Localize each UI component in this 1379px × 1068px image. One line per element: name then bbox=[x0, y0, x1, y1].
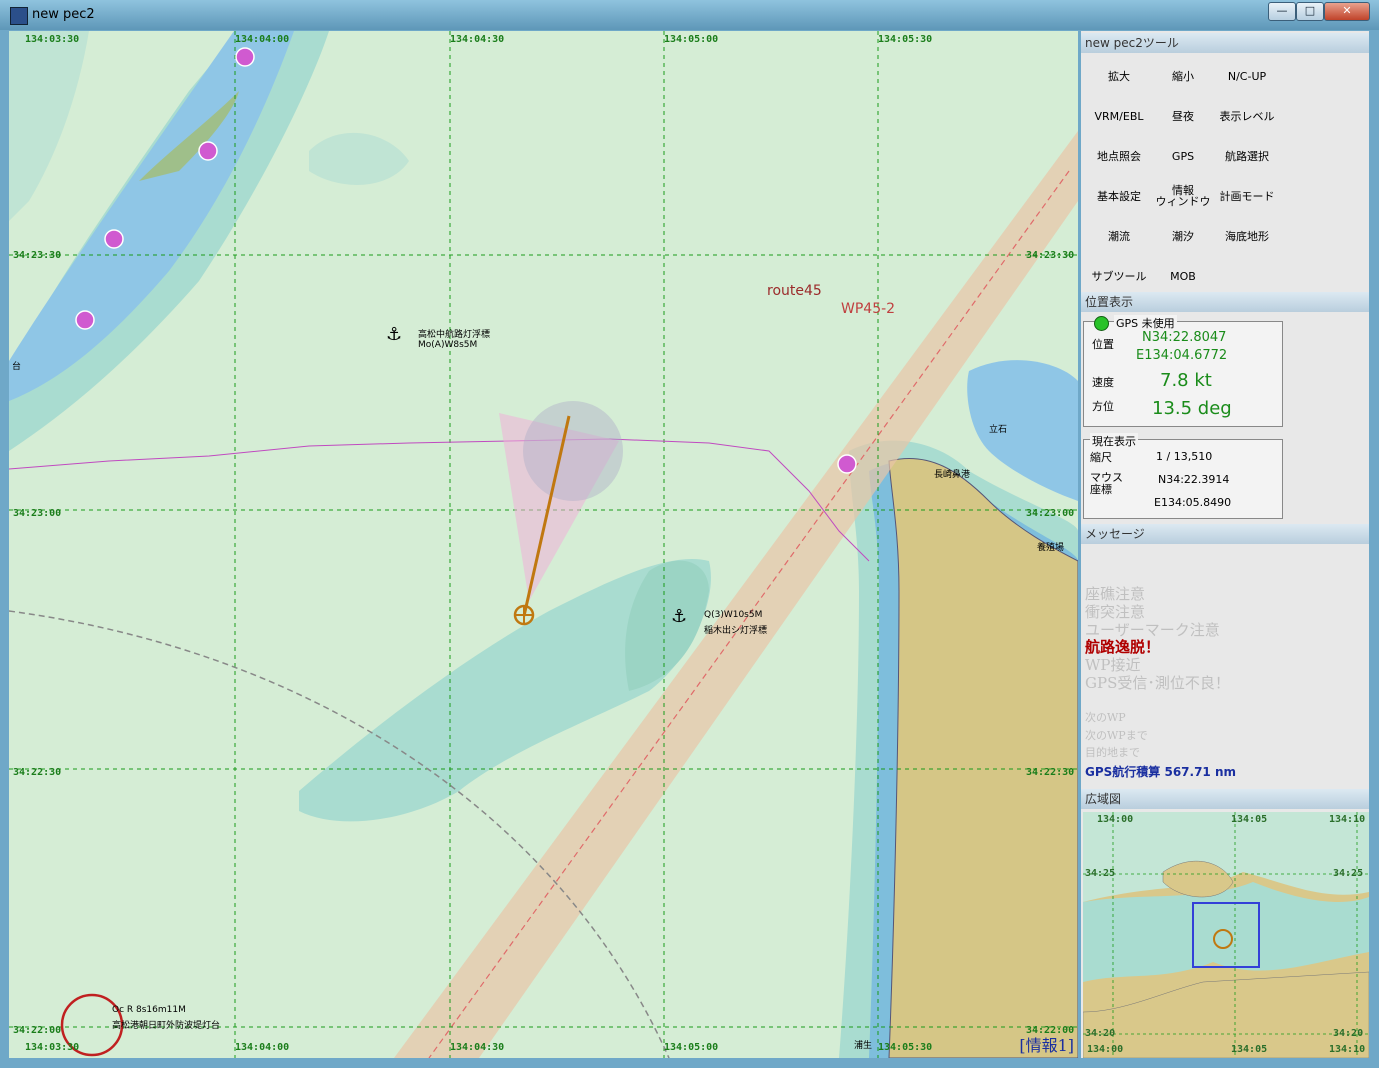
buoy1-light: Mo(A)W8s5M bbox=[418, 340, 478, 350]
ov-top-3: 134:10 bbox=[1329, 814, 1366, 825]
light-buoy-icon[interactable]: ⚓ bbox=[671, 606, 687, 627]
next-wp-label: 次のWP bbox=[1085, 711, 1126, 724]
waypoint-name[interactable]: WP45-2 bbox=[841, 301, 895, 317]
overview-canvas bbox=[1083, 812, 1369, 1058]
place-dai: 台 bbox=[12, 362, 22, 372]
pos-label: 位置 bbox=[1092, 338, 1114, 351]
lon-bottom-4: 134:05:00 bbox=[664, 1042, 719, 1053]
light-buoy-icon[interactable]: ⚓ bbox=[386, 324, 402, 345]
lat-left-1: 34:23:30 bbox=[13, 250, 62, 261]
buoy2-light: Q(3)W10s5M bbox=[704, 610, 763, 620]
zoom-out-button[interactable]: 縮小 bbox=[1151, 59, 1215, 93]
lon-bottom-1: 134:03:30 bbox=[25, 1042, 80, 1053]
to-dest-label: 目的地まで bbox=[1085, 746, 1140, 759]
gps-total: GPS航行積算 567.71 nm bbox=[1085, 765, 1236, 779]
info-window-button[interactable]: 情報 ウィンドウ bbox=[1151, 179, 1215, 213]
zoom-in-button[interactable]: 拡大 bbox=[1087, 59, 1151, 93]
display-level-button[interactable]: 表示レベル bbox=[1215, 99, 1279, 133]
window-title: new pec2 bbox=[32, 7, 95, 22]
place-ura: 浦生 bbox=[854, 1041, 873, 1051]
lat-left-4: 34:22:00 bbox=[13, 1025, 62, 1036]
lon-bottom-5: 134:05:30 bbox=[878, 1042, 933, 1053]
pos-lon: E134:04.6772 bbox=[1136, 348, 1228, 363]
pos-lat: N34:22.8047 bbox=[1142, 330, 1227, 345]
overview-map[interactable]: 134:00 134:05 134:10 134:00 134:05 134:1… bbox=[1083, 812, 1369, 1058]
lon-bottom-3: 134:04:30 bbox=[450, 1042, 505, 1053]
ov-bottom-2: 134:05 bbox=[1231, 1044, 1268, 1055]
place-tateishi: 立石 bbox=[989, 425, 1008, 435]
basic-settings-button[interactable]: 基本設定 bbox=[1087, 179, 1151, 213]
lat-left-2: 34:23:00 bbox=[13, 508, 62, 519]
lat-right-3: 34:22:30 bbox=[1026, 767, 1075, 778]
tools-header: new pec2ツール bbox=[1081, 33, 1369, 53]
mouse-label: マウス 座標 bbox=[1090, 471, 1123, 496]
seabed-button[interactable]: 海底地形 bbox=[1215, 219, 1279, 253]
day-night-button[interactable]: 昼夜 bbox=[1151, 99, 1215, 133]
lat-right-2: 34:23:00 bbox=[1026, 508, 1075, 519]
heading-label: 方位 bbox=[1092, 400, 1114, 413]
title-bar: new pec2 — □ ✕ bbox=[0, 0, 1379, 30]
to-next-wp-label: 次のWPまで bbox=[1085, 729, 1148, 742]
messages-header: メッセージ bbox=[1081, 524, 1369, 544]
position-header: 位置表示 bbox=[1081, 292, 1369, 312]
mouse-lon: E134:05.8490 bbox=[1154, 496, 1232, 509]
app-icon bbox=[10, 7, 28, 25]
plan-mode-button[interactable]: 計画モード bbox=[1215, 179, 1279, 213]
lighthouse-light: Oc R 8s16m11M bbox=[112, 1005, 186, 1015]
ov-left-2: 34:20 bbox=[1085, 1028, 1116, 1039]
gps-status-icon bbox=[1094, 316, 1109, 331]
point-query-button[interactable]: 地点照会 bbox=[1087, 139, 1151, 173]
app-window: new pec2 — □ ✕ 134:03:30 134:04:00 134:0… bbox=[0, 0, 1379, 1068]
gps-button[interactable]: GPS bbox=[1151, 139, 1215, 173]
place-yoshoku: 養殖場 bbox=[1037, 543, 1065, 553]
nautical-chart[interactable]: 134:03:30 134:04:00 134:04:30 134:05:00 … bbox=[9, 31, 1078, 1058]
ov-right-2: 34:20 bbox=[1333, 1028, 1364, 1039]
info-tag[interactable]: [情報1] bbox=[1019, 1032, 1074, 1056]
chart-canvas[interactable] bbox=[9, 31, 1078, 1058]
gps-status: GPS 未使用 bbox=[1114, 315, 1177, 331]
lon-top-3: 134:04:30 bbox=[450, 34, 505, 45]
lat-left-3: 34:22:30 bbox=[13, 767, 62, 778]
ov-right-1: 34:25 bbox=[1333, 868, 1364, 879]
ov-top-2: 134:05 bbox=[1231, 814, 1268, 825]
close-button[interactable]: ✕ bbox=[1324, 2, 1370, 21]
route-name[interactable]: route45 bbox=[767, 283, 822, 299]
lon-top-1: 134:03:30 bbox=[25, 34, 80, 45]
current-display-box: 現在表示 縮尺 1 / 13,510 マウス 座標 N34:22.3914 E1… bbox=[1083, 433, 1283, 519]
minimize-button[interactable]: — bbox=[1268, 2, 1296, 21]
buoy2-name: 稲木出シ灯浮標 bbox=[704, 626, 768, 636]
scale-label: 縮尺 bbox=[1090, 451, 1112, 464]
ov-bottom-3: 134:10 bbox=[1329, 1044, 1366, 1055]
tidal-current-button[interactable]: 潮流 bbox=[1087, 219, 1151, 253]
position-box: GPS 未使用 位置 N34:22.8047 E134:04.6772 速度 7… bbox=[1083, 315, 1283, 427]
subtool-button[interactable]: サブツール bbox=[1087, 259, 1151, 293]
maximize-button[interactable]: □ bbox=[1296, 2, 1324, 21]
mob-button[interactable]: MOB bbox=[1151, 259, 1215, 293]
side-panel: new pec2ツール 拡大 縮小 N/C-UP VRM/EBL 昼夜 表示レベ… bbox=[1081, 31, 1369, 1058]
current-legend: 現在表示 bbox=[1090, 433, 1138, 449]
tide-button[interactable]: 潮汐 bbox=[1151, 219, 1215, 253]
ov-top-1: 134:00 bbox=[1097, 814, 1134, 825]
speed-value: 7.8 kt bbox=[1160, 370, 1212, 391]
lon-top-5: 134:05:30 bbox=[878, 34, 933, 45]
place-nagasaki: 長崎鼻港 bbox=[934, 470, 971, 480]
lon-bottom-2: 134:04:00 bbox=[235, 1042, 290, 1053]
ov-left-1: 34:25 bbox=[1085, 868, 1116, 879]
overview-header: 広域図 bbox=[1081, 789, 1369, 809]
msg-gps-error: GPS受信･測位不良！ bbox=[1085, 674, 1230, 692]
speed-label: 速度 bbox=[1092, 376, 1114, 389]
lighthouse-name: 高松港朝日町外防波堤灯台 bbox=[112, 1021, 221, 1031]
ov-bottom-1: 134:00 bbox=[1087, 1044, 1124, 1055]
lat-right-1: 34:23:30 bbox=[1026, 250, 1075, 261]
scale-value: 1 / 13,510 bbox=[1156, 450, 1213, 463]
mouse-lat: N34:22.3914 bbox=[1158, 473, 1230, 486]
route-select-button[interactable]: 航路選択 bbox=[1215, 139, 1279, 173]
buoy1-name: 高松中航路灯浮標 bbox=[418, 330, 491, 340]
lon-top-2: 134:04:00 bbox=[235, 34, 290, 45]
nc-up-button[interactable]: N/C-UP bbox=[1215, 59, 1279, 93]
lon-top-4: 134:05:00 bbox=[664, 34, 719, 45]
vrm-ebl-button[interactable]: VRM/EBL bbox=[1087, 99, 1151, 133]
heading-value: 13.5 deg bbox=[1152, 398, 1232, 419]
